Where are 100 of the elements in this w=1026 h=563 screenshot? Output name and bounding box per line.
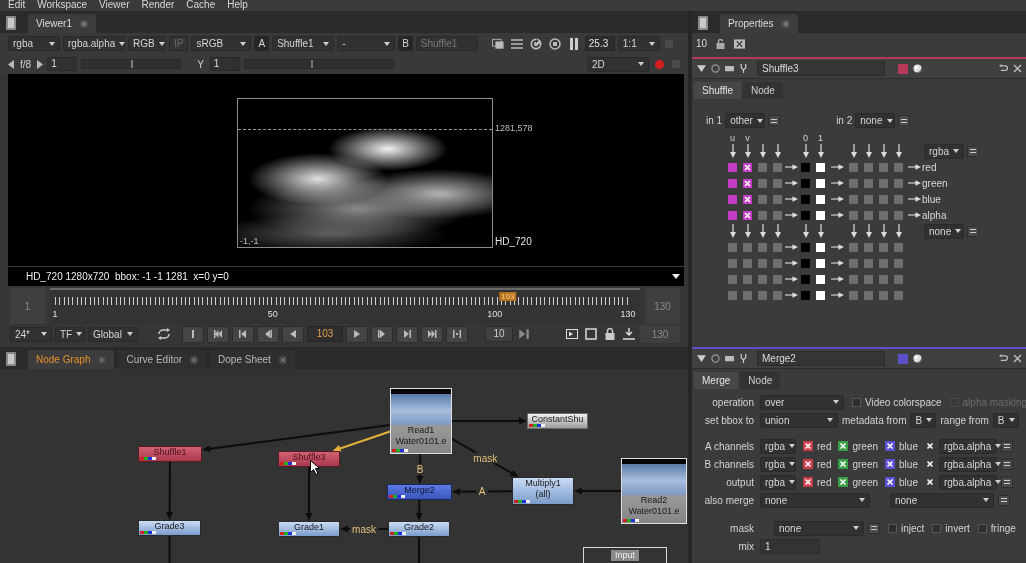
channel-checkbox[interactable] [879,290,888,300]
checkbox[interactable] [932,523,942,533]
channel-checkbox[interactable] [864,242,873,252]
channel-checkbox[interactable] [849,178,858,188]
step-left-icon[interactable] [8,59,14,69]
next-key-icon[interactable] [518,328,530,340]
channel-checkbox[interactable] [758,194,767,204]
pane-icon[interactable] [6,352,16,366]
fstop-label[interactable]: f/8 [18,58,34,70]
out-point-button[interactable] [446,325,468,343]
channel-checkbox[interactable] [838,477,849,487]
next-key-button[interactable] [396,325,418,343]
channel-checkbox[interactable] [803,459,813,469]
channel-checkbox[interactable] [879,258,888,268]
lut-dropdown[interactable]: sRGB [191,36,252,51]
channel-checkbox[interactable] [838,459,849,469]
collapse-triangle-icon[interactable] [697,64,706,73]
link-button[interactable] [868,522,880,534]
channel-checkbox[interactable] [879,178,888,188]
step-right-icon[interactable] [37,59,44,69]
close-icon[interactable] [190,355,199,364]
channel-checkbox[interactable] [728,242,737,252]
output-layer-dropdown[interactable]: none [924,223,964,239]
constant-checkbox[interactable] [801,242,810,252]
range-dropdown[interactable]: B [992,412,1019,428]
channel-checkbox[interactable] [849,162,858,172]
close-icon[interactable] [1013,64,1022,73]
channel-checkbox[interactable] [894,178,903,188]
channel-checkbox[interactable] [849,242,858,252]
stop-icon[interactable] [548,37,561,50]
downscale-dropdown[interactable]: 1:1 [617,36,660,51]
channel-checkbox[interactable] [743,178,752,188]
read-node[interactable]: Read2 Water0101.e [621,458,687,524]
channel-checkbox[interactable] [894,162,903,172]
channel-checkbox[interactable] [758,242,767,252]
constant-checkbox[interactable] [816,242,825,252]
channel-checkbox[interactable] [838,441,849,451]
sync-dropdown[interactable]: Global [88,326,138,342]
collapse-triangle-icon[interactable] [697,354,706,363]
return-arrow-icon[interactable] [999,64,1008,73]
node-graph-tab[interactable]: Dope Sheet [210,350,295,369]
connection-arrow[interactable] [574,487,622,495]
panel-tab[interactable]: Node [742,82,783,99]
close-icon[interactable] [98,355,107,364]
skip-to-end-button[interactable] [421,325,443,343]
menu-item[interactable]: Cache [180,0,222,10]
close-icon[interactable] [781,19,790,28]
channel-checkbox[interactable] [849,194,858,204]
close-icon[interactable] [79,19,88,28]
square-icon[interactable] [585,328,597,340]
channel-checkbox[interactable] [924,459,935,469]
channel-checkbox[interactable] [803,441,813,451]
node-graph-tab[interactable]: Curve Editor [118,350,207,369]
channel-checkbox[interactable] [743,162,752,172]
color-node[interactable]: Grade3 [138,520,201,536]
channel-checkbox[interactable] [773,178,782,188]
channel-checkbox[interactable] [879,210,888,220]
slider-thumb[interactable] [131,60,134,68]
node-color-swatch[interactable] [898,63,908,74]
layer-dropdown[interactable]: rgba [760,438,796,454]
input-layer-dropdown[interactable]: other [725,113,766,128]
operation-dropdown[interactable]: over [760,394,844,410]
channel-checkbox[interactable] [728,210,737,220]
channel-checkbox[interactable] [879,242,888,252]
channel-checkbox[interactable] [864,274,873,284]
channel-checkbox[interactable] [894,258,903,268]
wipe-mode-dropdown[interactable]: - [337,36,396,51]
color-node[interactable]: Grade1 [278,521,340,537]
tile-icon[interactable] [725,354,734,363]
menu-item[interactable]: Viewer [93,0,136,10]
bars-icon[interactable] [510,37,523,50]
step-forward-button[interactable] [371,325,393,343]
constant-checkbox[interactable] [801,290,810,300]
return-arrow-icon[interactable] [999,354,1008,363]
constant-checkbox[interactable] [816,194,825,204]
channel-checkbox[interactable] [758,258,767,268]
channel-checkbox[interactable] [728,178,737,188]
gamma-slider-track[interactable] [243,59,394,69]
constant-checkbox[interactable] [801,162,810,172]
channel-checkbox[interactable] [879,162,888,172]
pane-icon[interactable] [6,16,16,30]
constant-checkbox[interactable] [801,210,810,220]
menu-item[interactable]: Help [221,0,254,10]
constant-checkbox[interactable] [801,274,810,284]
layer-dropdown[interactable]: rgba [760,456,796,472]
channel-checkbox[interactable] [743,242,752,252]
read-node[interactable]: Read1 Water0101.e [390,388,452,454]
channel-checkbox[interactable] [728,194,737,204]
channel-checkbox[interactable] [743,210,752,220]
link-button[interactable] [1000,476,1013,488]
connection-arrow[interactable] [332,430,391,452]
constant-checkbox[interactable] [801,194,810,204]
connection-arrow[interactable] [202,424,391,453]
menu-item[interactable]: Workspace [31,0,94,10]
close-icon[interactable] [278,355,287,364]
channel-checkbox[interactable] [849,274,858,284]
constant-checkbox[interactable] [816,178,825,188]
constant-checkbox[interactable] [801,258,810,268]
frame-rate-field[interactable]: 25.3 [584,36,615,51]
sphere-icon[interactable] [913,354,922,363]
